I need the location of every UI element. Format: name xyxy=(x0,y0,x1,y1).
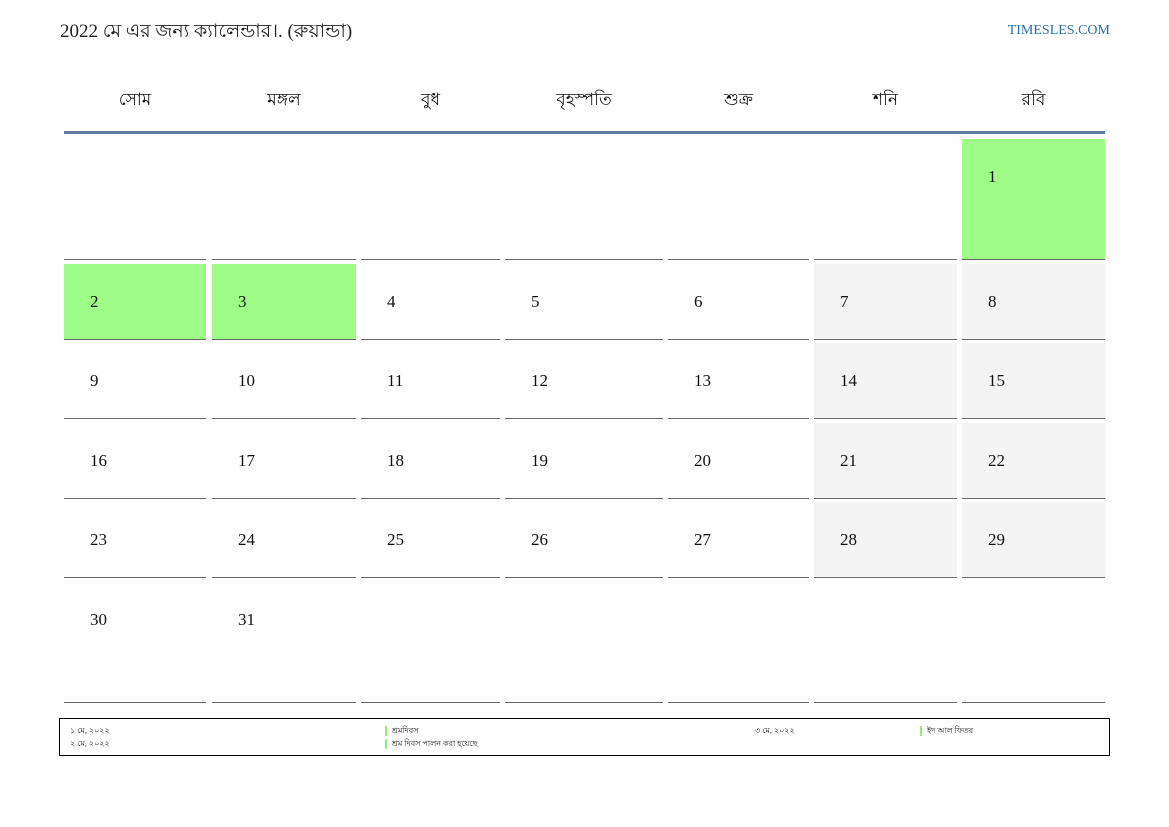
day-cell-holiday[interactable]: 2 xyxy=(64,264,206,340)
day-cell[interactable]: 30 xyxy=(64,582,206,703)
day-number: 31 xyxy=(238,610,255,629)
day-cell[interactable]: 12 xyxy=(505,343,663,419)
legend-holiday-name: শ্রম দিবস পালন করা হয়েছে xyxy=(392,739,478,748)
legend-holiday-name: শ্রমদিবস xyxy=(392,726,419,735)
day-cell[interactable]: 27 xyxy=(668,502,809,578)
day-cell-weekend[interactable]: 29 xyxy=(962,502,1105,578)
day-number: 10 xyxy=(238,371,255,390)
day-cell[interactable]: 5 xyxy=(505,264,663,340)
day-cell[interactable]: 10 xyxy=(212,343,356,419)
legend-date: ৩ মে, ২০২২ xyxy=(755,726,795,735)
day-number: 29 xyxy=(988,530,1005,549)
day-cell[interactable]: 4 xyxy=(361,264,500,340)
day-number: 3 xyxy=(238,292,247,311)
holiday-color-marker xyxy=(385,739,387,749)
day-cell[interactable]: 26 xyxy=(505,502,663,578)
day-number: 25 xyxy=(387,530,404,549)
day-cell[interactable]: 9 xyxy=(64,343,206,419)
day-number: 19 xyxy=(531,451,548,470)
day-number: 16 xyxy=(90,451,107,470)
day-number: 21 xyxy=(840,451,857,470)
day-number: 27 xyxy=(694,530,711,549)
day-number: 2 xyxy=(90,292,99,311)
day-cell-empty xyxy=(505,582,663,703)
day-cell[interactable]: 19 xyxy=(505,423,663,499)
day-cell[interactable]: 20 xyxy=(668,423,809,499)
day-number: 12 xyxy=(531,371,548,390)
day-number: 11 xyxy=(387,371,404,390)
day-number: 28 xyxy=(840,530,857,549)
day-cell[interactable]: 24 xyxy=(212,502,356,578)
day-number: 7 xyxy=(840,292,849,311)
day-cell[interactable]: 23 xyxy=(64,502,206,578)
day-number: 14 xyxy=(840,371,857,390)
day-cell[interactable]: 18 xyxy=(361,423,500,499)
day-cell-empty xyxy=(962,582,1105,703)
day-number: 9 xyxy=(90,371,99,390)
day-cell-empty xyxy=(668,139,809,260)
weekday-thursday: বৃহস্পতি xyxy=(556,90,612,109)
day-cell-weekend[interactable]: 8 xyxy=(962,264,1105,340)
site-link[interactable]: TIMESLES.COM xyxy=(1008,23,1110,39)
day-number: 6 xyxy=(694,292,703,311)
weekday-saturday: শনি xyxy=(872,90,899,109)
header-divider xyxy=(64,131,1105,134)
day-cell-empty xyxy=(64,139,206,260)
weekday-tuesday: মঙ্গল xyxy=(267,90,301,109)
day-number: 17 xyxy=(238,451,255,470)
day-number: 22 xyxy=(988,451,1005,470)
day-cell-weekend[interactable]: 14 xyxy=(814,343,957,419)
weekday-sunday: রবি xyxy=(1021,90,1046,109)
day-cell[interactable]: 13 xyxy=(668,343,809,419)
day-cell-empty xyxy=(505,139,663,260)
day-cell[interactable]: 6 xyxy=(668,264,809,340)
day-cell-weekend[interactable]: 22 xyxy=(962,423,1105,499)
day-cell-empty xyxy=(361,139,500,260)
day-number: 18 xyxy=(387,451,404,470)
day-cell-empty xyxy=(814,582,957,703)
legend-holiday-name: ইদ আল ফিতর xyxy=(927,726,974,735)
day-cell-holiday[interactable]: 3 xyxy=(212,264,356,340)
holiday-legend: ১ মে, ২০২২ শ্রমদিবস ২ মে, ২০২২ শ্রম দিবস… xyxy=(59,718,1110,756)
day-number: 23 xyxy=(90,530,107,549)
legend-holiday: শ্রমদিবস xyxy=(385,726,419,736)
day-cell-empty xyxy=(212,139,356,260)
legend-date: ২ মে, ২০২২ xyxy=(70,739,110,748)
day-cell[interactable]: 16 xyxy=(64,423,206,499)
page-title: 2022 মে এর জন্য ক্যালেন্ডার।. (রুয়ান্ডা… xyxy=(60,21,353,42)
holiday-color-marker xyxy=(385,726,387,736)
holiday-color-marker xyxy=(920,726,922,736)
weekday-wednesday: বুধ xyxy=(421,90,440,109)
day-cell[interactable]: 17 xyxy=(212,423,356,499)
legend-date: ১ মে, ২০২২ xyxy=(70,726,110,735)
day-number: 8 xyxy=(988,292,997,311)
weekday-friday: শুক্র xyxy=(724,90,753,109)
day-number: 30 xyxy=(90,610,107,629)
day-number: 1 xyxy=(988,167,997,186)
day-cell-empty xyxy=(361,582,500,703)
legend-holiday: শ্রম দিবস পালন করা হয়েছে xyxy=(385,739,477,749)
day-cell-weekend[interactable]: 15 xyxy=(962,343,1105,419)
day-number: 13 xyxy=(694,371,711,390)
day-cell-weekend[interactable]: 28 xyxy=(814,502,957,578)
day-cell[interactable]: 11 xyxy=(361,343,500,419)
day-number: 24 xyxy=(238,530,255,549)
calendar-page: 2022 মে এর জন্য ক্যালেন্ডার।. (রুয়ান্ডা… xyxy=(0,0,1169,827)
day-cell-empty xyxy=(668,582,809,703)
day-number: 20 xyxy=(694,451,711,470)
day-number: 26 xyxy=(531,530,548,549)
day-number: 15 xyxy=(988,371,1005,390)
day-cell-weekend[interactable]: 7 xyxy=(814,264,957,340)
day-cell-weekend[interactable]: 21 xyxy=(814,423,957,499)
day-cell-holiday[interactable]: 1 xyxy=(962,139,1105,260)
day-number: 4 xyxy=(387,292,396,311)
legend-holiday: ইদ আল ফিতর xyxy=(920,726,973,736)
weekday-monday: সোম xyxy=(118,90,152,109)
day-cell-empty xyxy=(814,139,957,260)
day-cell[interactable]: 31 xyxy=(212,582,356,703)
day-number: 5 xyxy=(531,292,540,311)
day-cell[interactable]: 25 xyxy=(361,502,500,578)
